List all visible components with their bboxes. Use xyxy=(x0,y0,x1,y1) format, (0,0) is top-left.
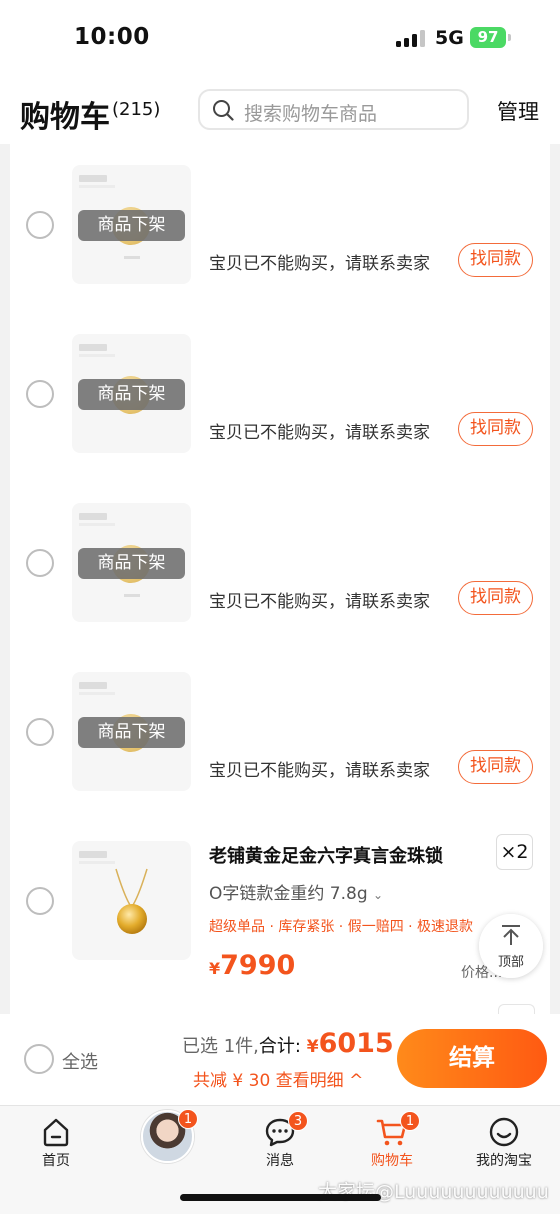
cart-item-removed: 商品下架 宝贝已不能购买，请联系卖家 找同款 xyxy=(10,144,550,313)
messages-badge: 3 xyxy=(288,1111,308,1131)
battery-icon: 97 xyxy=(470,27,511,48)
page-title: 购物车 xyxy=(20,100,110,135)
total-value: 6015 xyxy=(318,1028,394,1059)
cart-badge: 1 xyxy=(400,1111,420,1131)
find-similar-button[interactable]: 找同款 xyxy=(458,243,533,277)
status-bar: 10:00 5G 97 xyxy=(0,0,560,76)
find-similar-button[interactable]: 找同款 xyxy=(458,750,533,784)
tab-my-taobao-label: 我的淘宝 xyxy=(476,1153,532,1169)
unavailable-message: 宝贝已不能购买，请联系卖家 xyxy=(209,592,430,612)
product-thumbnail[interactable]: 商品下架 xyxy=(72,334,191,453)
checkout-button[interactable]: 结算 xyxy=(397,1029,547,1088)
arrow-up-icon xyxy=(502,925,520,945)
select-all-label[interactable]: 全选 xyxy=(62,1048,98,1074)
product-thumbnail[interactable]: 商品下架 xyxy=(72,672,191,791)
cart-item-removed: 商品下架 宝贝已不能购买，请联系卖家 找同款 xyxy=(10,313,550,482)
selected-count: 已选 1件, xyxy=(182,1036,259,1057)
chevron-down-icon: ⌄ xyxy=(373,888,384,902)
unavailable-message: 宝贝已不能购买，请联系卖家 xyxy=(209,423,430,443)
total-symbol: ¥ xyxy=(306,1037,319,1057)
unavailable-message: 宝贝已不能购买，请联系卖家 xyxy=(209,254,430,274)
search-input[interactable]: 搜索购物车商品 xyxy=(198,89,469,130)
tab-messages-label: 消息 xyxy=(266,1153,294,1169)
unavailable-message: 宝贝已不能购买，请联系卖家 xyxy=(209,761,430,781)
manage-button[interactable]: 管理 xyxy=(497,96,539,126)
cart-list[interactable]: 商品下架 宝贝已不能购买，请联系卖家 找同款 商品下架 宝贝已不能购买，请联系卖… xyxy=(10,144,550,1014)
removed-badge: 商品下架 xyxy=(78,548,185,579)
smile-icon xyxy=(489,1117,519,1147)
cart-count: (215) xyxy=(112,99,161,120)
item-checkbox[interactable] xyxy=(26,211,54,239)
product-tags: 超级单品 · 库存紧张 · 假一赔四 · 极速退款 xyxy=(209,919,474,935)
tab-home[interactable]: 首页 xyxy=(0,1106,112,1176)
item-checkbox[interactable] xyxy=(26,549,54,577)
tab-cart-label: 购物车 xyxy=(371,1153,413,1169)
cart-item-removed: 商品下架 宝贝已不能购买，请联系卖家 找同款 xyxy=(10,482,550,651)
back-to-top-button[interactable]: 顶部 xyxy=(479,914,543,978)
sku-text: O字链款金重约 7.8g xyxy=(209,884,368,904)
removed-badge: 商品下架 xyxy=(78,210,185,241)
quantity-stepper[interactable]: ×2 xyxy=(496,834,533,870)
price-value: 7990 xyxy=(220,950,296,981)
tab-home-label: 首页 xyxy=(42,1153,70,1169)
item-checkbox[interactable] xyxy=(26,887,54,915)
sku-selector[interactable]: O字链款金重约 7.8g ⌄ xyxy=(209,879,383,904)
cart-header: 购物车 (215) 搜索购物车商品 管理 xyxy=(0,76,560,144)
price-symbol: ¥ xyxy=(209,959,221,978)
home-indicator[interactable] xyxy=(180,1194,381,1201)
product-thumbnail[interactable]: 商品下架 xyxy=(72,165,191,284)
product-thumbnail[interactable]: 商品下架 xyxy=(72,503,191,622)
gold-pendant-image xyxy=(115,868,148,934)
total-label: 合计: xyxy=(258,1036,301,1057)
tab-cart[interactable]: 购物车 xyxy=(336,1106,448,1176)
removed-badge: 商品下架 xyxy=(78,379,185,410)
item-checkbox[interactable] xyxy=(26,718,54,746)
tab-messages[interactable]: 消息 xyxy=(224,1106,336,1176)
select-all-checkbox[interactable] xyxy=(24,1044,54,1074)
network-type: 5G xyxy=(435,27,464,49)
next-item-quantity xyxy=(498,1004,535,1014)
total-summary: 已选 1件,合计: ¥6015 xyxy=(182,1028,394,1059)
home-icon xyxy=(43,1118,69,1147)
product-price: ¥7990 xyxy=(209,950,295,981)
product-name[interactable]: 老铺黄金足金六字真言金珠锁 xyxy=(209,842,443,868)
cart-item-removed: 商品下架 宝贝已不能购买，请联系卖家 找同款 xyxy=(10,651,550,820)
checkout-bar: 全选 已选 1件,合计: ¥6015 共减 ¥ 30 查看明细 ^ 结算 xyxy=(0,1014,560,1105)
avatar-badge: 1 xyxy=(178,1109,198,1129)
cart-screen: 10:00 5G 97 购物车 (215) 搜索购物车商品 管理 商品下架 宝贝… xyxy=(0,0,560,1214)
product-thumbnail[interactable] xyxy=(72,841,191,960)
status-time: 10:00 xyxy=(74,24,150,50)
discount-detail-link[interactable]: 共减 ¥ 30 查看明细 ^ xyxy=(193,1066,363,1091)
back-to-top-label: 顶部 xyxy=(497,955,524,970)
search-placeholder: 搜索购物车商品 xyxy=(244,103,378,125)
tab-my-taobao[interactable]: 我的淘宝 xyxy=(448,1106,560,1176)
signal-icon xyxy=(396,29,426,47)
find-similar-button[interactable]: 找同款 xyxy=(458,412,533,446)
find-similar-button[interactable]: 找同款 xyxy=(458,581,533,615)
item-checkbox[interactable] xyxy=(26,380,54,408)
removed-badge: 商品下架 xyxy=(78,717,185,748)
search-icon xyxy=(213,100,234,121)
